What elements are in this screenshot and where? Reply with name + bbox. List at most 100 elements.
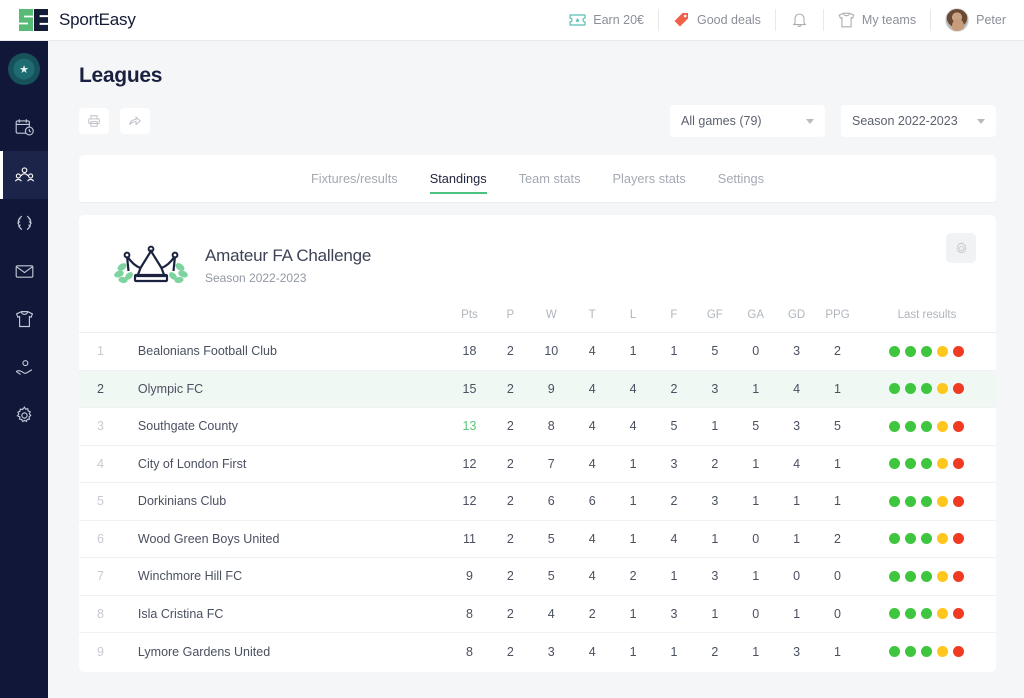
row-team-name[interactable]: Isla Cristina FC: [121, 594, 450, 633]
row-stat-gd: 1: [776, 594, 818, 633]
row-last-results: [857, 332, 996, 370]
brand[interactable]: SportEasy: [19, 9, 136, 31]
table-row[interactable]: 1 Bealonians Football Club 18 2 10 4 1 1 5 0 3 2: [79, 332, 996, 370]
row-stat-gd: 3: [776, 332, 818, 370]
tab-standings[interactable]: Standings: [429, 155, 487, 203]
row-stat-f: 3: [653, 594, 695, 633]
result-dot-w: [921, 608, 933, 620]
row-stat-p: 2: [489, 594, 531, 633]
result-dot-d: [937, 345, 949, 357]
row-stat-gf: 3: [694, 369, 736, 408]
th-p[interactable]: P: [490, 309, 531, 333]
tab-players-stats[interactable]: Players stats: [613, 155, 686, 203]
row-stat-l: 1: [612, 632, 654, 670]
row-team-name[interactable]: Olympic FC: [121, 369, 450, 408]
row-pts: 8: [449, 632, 490, 670]
row-last-results: [857, 557, 996, 595]
th-rank: [79, 309, 122, 333]
th-ppg[interactable]: PPG: [817, 309, 858, 333]
good-deals-button[interactable]: Good deals: [659, 9, 776, 31]
result-dot-d: [937, 495, 949, 507]
season-select[interactable]: Season 2022-2023: [841, 105, 996, 137]
row-rank: 9: [79, 632, 122, 670]
table-row[interactable]: 9 Lymore Gardens United 8 2 3 4 1 1 2 1 3 1: [79, 632, 996, 670]
sidebar-item-settings[interactable]: [0, 391, 48, 439]
th-t[interactable]: T: [572, 309, 613, 333]
hand-coin-icon: [15, 359, 32, 375]
avatar: [945, 8, 970, 32]
result-dot-w: [921, 570, 933, 582]
row-stat-t: 6: [571, 482, 613, 520]
price-tag-icon: [674, 13, 688, 27]
tab-settings[interactable]: Settings: [718, 155, 764, 203]
result-dot-d: [937, 570, 949, 582]
sidebar-item-messages[interactable]: [0, 247, 48, 295]
table-row[interactable]: 7 Winchmore Hill FC 9 2 5 4 2 1 3 1 0 0: [79, 557, 996, 595]
row-stat-p: 2: [489, 519, 531, 558]
page-title: Leagues: [79, 64, 163, 87]
table-head: Pts P W T L F GF GA GD PPG Last results: [79, 309, 996, 333]
th-l[interactable]: L: [613, 309, 654, 333]
table-row[interactable]: 2 Olympic FC 15 2 9 4 4 2 3 1 4 1: [79, 369, 996, 408]
row-rank: 6: [79, 519, 122, 558]
row-pts: 9: [449, 557, 490, 595]
printer-icon: [88, 115, 100, 127]
earn-button[interactable]: Earn 20€: [555, 9, 659, 31]
table-row[interactable]: 5 Dorkinians Club 12 2 6 6 1 2 3 1 1 1: [79, 482, 996, 520]
row-stat-gd: 3: [776, 632, 818, 670]
th-gf[interactable]: GF: [694, 309, 735, 333]
th-w[interactable]: W: [531, 309, 572, 333]
gear-icon: [15, 405, 32, 422]
row-stat-t: 4: [571, 557, 613, 595]
bell-icon: [792, 13, 807, 27]
row-stat-ga: 1: [735, 369, 777, 408]
row-team-name[interactable]: Wood Green Boys United: [121, 519, 450, 558]
sidebar-item-members[interactable]: [0, 151, 48, 199]
calendar-clock-icon: [15, 118, 34, 136]
row-stat-ppg: 1: [817, 444, 858, 483]
th-gd[interactable]: GD: [776, 309, 817, 333]
user-menu[interactable]: Peter: [931, 8, 1024, 32]
table-row[interactable]: 3 Southgate County 13 2 8 4 4 5 1 5 3 5: [79, 407, 996, 445]
club-badge-icon[interactable]: [8, 53, 40, 85]
sidebar-item-sponsors[interactable]: [0, 343, 48, 391]
sidebar-item-shop[interactable]: [0, 295, 48, 343]
th-pts[interactable]: Pts: [449, 309, 490, 333]
people-group-icon: [14, 166, 34, 182]
table-row[interactable]: 6 Wood Green Boys United 11 2 5 4 1 4 1 0 1 2: [79, 519, 996, 558]
row-last-results: [857, 444, 996, 483]
top-bar-actions: Earn 20€ Good deals My teams Peter: [555, 0, 1024, 41]
th-f[interactable]: F: [654, 309, 695, 333]
notifications-button[interactable]: [776, 9, 824, 31]
league-settings-button[interactable]: [946, 233, 976, 263]
result-dot-l: [953, 646, 965, 657]
share-button[interactable]: [120, 108, 150, 134]
th-ga[interactable]: GA: [735, 309, 776, 333]
table-row[interactable]: 4 City of London First 12 2 7 4 1 3 2 1 4 1: [79, 444, 996, 483]
sidebar-item-competitions[interactable]: [0, 199, 48, 247]
row-team-name[interactable]: Lymore Gardens United: [121, 632, 450, 670]
result-dot-w: [889, 646, 901, 657]
row-stat-l: 1: [612, 519, 654, 558]
result-dot-w: [905, 533, 917, 545]
row-stat-ppg: 1: [817, 369, 858, 408]
tab-fixtures-results[interactable]: Fixtures/results: [311, 155, 398, 203]
row-team-name[interactable]: City of London First: [121, 444, 450, 483]
sidebar-item-calendar[interactable]: [0, 103, 48, 151]
games-select[interactable]: All games (79): [670, 105, 825, 137]
row-pts: 15: [449, 369, 490, 408]
row-team-name[interactable]: Southgate County: [121, 407, 450, 445]
tab-team-stats[interactable]: Team stats: [519, 155, 581, 203]
row-stat-l: 1: [612, 482, 654, 520]
row-last-results: [857, 407, 996, 445]
table-row[interactable]: 8 Isla Cristina FC 8 2 4 2 1 3 1 0 1 0: [79, 594, 996, 633]
result-dot-w: [889, 495, 901, 507]
row-last-results: [857, 594, 996, 633]
print-button[interactable]: [79, 108, 109, 134]
row-team-name[interactable]: Bealonians Football Club: [121, 332, 450, 370]
row-team-name[interactable]: Dorkinians Club: [121, 482, 450, 520]
row-team-name[interactable]: Winchmore Hill FC: [121, 557, 450, 595]
my-teams-button[interactable]: My teams: [824, 9, 932, 31]
row-rank: 1: [79, 332, 122, 370]
main-content: Leagues All games (79) Season 2022-2023: [48, 41, 1024, 698]
